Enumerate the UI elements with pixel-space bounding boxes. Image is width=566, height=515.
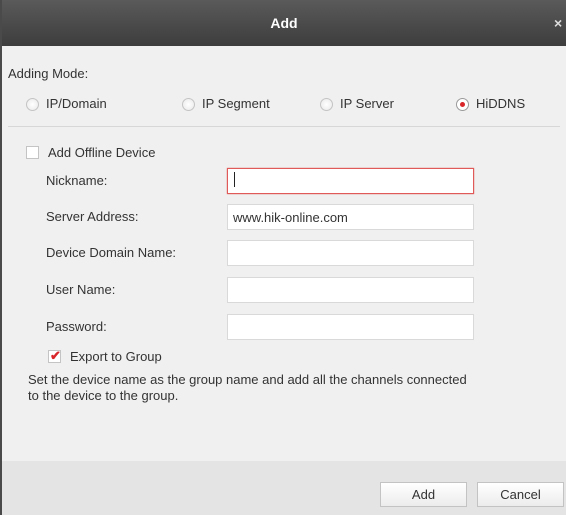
user-name-label: User Name: [46,282,116,297]
title-bar[interactable]: Add × [2,0,566,46]
export-to-group-label: Export to Group [70,348,162,364]
dialog-content: Adding Mode: IP/Domain IP Segment IP Ser… [2,46,566,461]
radio-hiddns[interactable]: HiDDNS [456,94,525,114]
radio-button-selected-icon[interactable] [456,97,469,111]
password-label: Password: [46,319,107,334]
radio-ip-domain[interactable]: IP/Domain [26,94,107,114]
dialog-title: Add [270,15,298,31]
dialog-footer: Add Cancel [2,461,566,515]
nickname-label: Nickname: [46,173,108,188]
text-caret [234,172,235,187]
add-device-dialog: Add × Adding Mode: IP/Domain IP Segment … [0,0,566,515]
device-domain-name-input[interactable] [227,240,474,266]
radio-button-icon[interactable] [320,97,333,111]
device-domain-name-label: Device Domain Name: [46,245,177,260]
adding-mode-label: Adding Mode: [8,66,89,81]
server-address-label: Server Address: [46,209,139,224]
radio-ip-server[interactable]: IP Server [320,94,394,114]
server-address-input[interactable] [227,204,474,230]
export-to-group-option[interactable]: ✔ Export to Group [48,347,162,365]
export-description: Set the device name as the group name an… [28,372,467,403]
radio-ip-segment[interactable]: IP Segment [182,94,270,114]
radio-label: IP Segment [202,96,270,111]
checkbox-checked-icon[interactable]: ✔ [48,347,61,363]
radio-button-icon[interactable] [26,97,39,111]
cancel-button[interactable]: Cancel [477,482,564,507]
radio-label: IP/Domain [46,96,107,111]
radio-label: IP Server [340,96,394,111]
nickname-input[interactable] [227,168,474,194]
add-offline-device-label: Add Offline Device [48,144,156,160]
radio-button-icon[interactable] [182,97,195,111]
checkmark-icon: ✔ [50,347,61,363]
checkbox-icon[interactable] [26,145,39,159]
radio-label: HiDDNS [476,96,526,111]
add-button[interactable]: Add [380,482,467,507]
divider [8,126,560,127]
add-offline-device-option[interactable]: Add Offline Device [26,143,155,161]
password-input[interactable] [227,314,474,340]
user-name-input[interactable] [227,277,474,303]
close-icon[interactable]: × [554,0,566,46]
